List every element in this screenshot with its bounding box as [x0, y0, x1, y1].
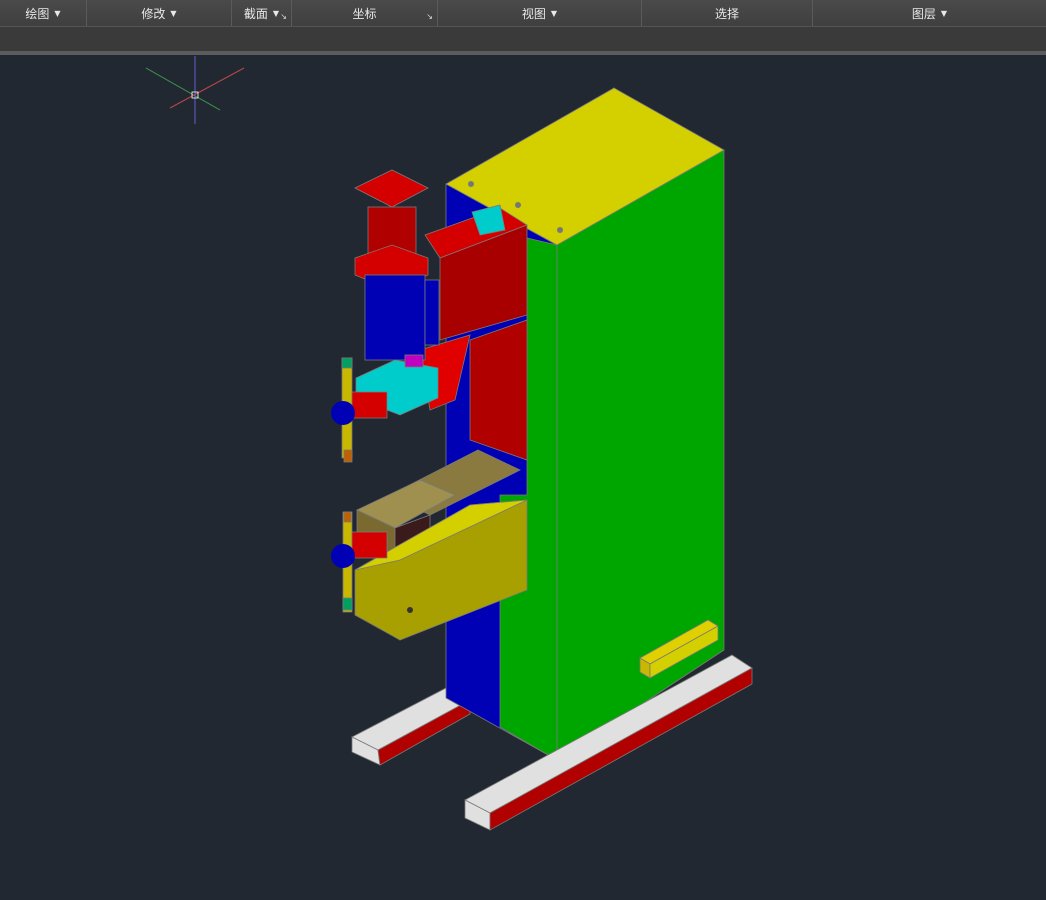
file-tab-bar: [0, 26, 1046, 52]
panel-section[interactable]: 截面 ▼ ↘: [232, 0, 292, 26]
dropdown-arrow-icon: ▼: [54, 8, 61, 18]
air-cylinder: [354, 169, 440, 416]
panel-modify-label: 修改: [141, 6, 166, 21]
dropdown-arrow-icon: ▼: [272, 8, 280, 18]
dropdown-arrow-icon: ▼: [940, 8, 948, 18]
panel-selection[interactable]: 选择: [642, 0, 813, 26]
dialog-launcher-icon[interactable]: ↘: [426, 12, 433, 21]
dialog-launcher-icon[interactable]: ↘: [280, 12, 287, 21]
panel-draw[interactable]: 绘图 ▼: [0, 0, 87, 26]
panel-coordinates[interactable]: 坐标 ↘: [292, 0, 438, 26]
dropdown-arrow-icon: ▼: [550, 8, 558, 18]
drawing-viewport[interactable]: [0, 55, 1046, 896]
ucs-icon: [145, 56, 245, 124]
model-3d: [145, 56, 753, 831]
panel-layers[interactable]: 图层 ▼: [813, 0, 1046, 26]
panel-layers-label: 图层: [911, 6, 936, 21]
panel-view[interactable]: 视图 ▼: [438, 0, 642, 26]
ribbon-panel-bar: 绘图 ▼ 修改 ▼ 截面 ▼ ↘ 坐标 ↘ 视图 ▼ 选择 图层 ▼: [0, 0, 1046, 27]
panel-section-label: 截面: [243, 6, 268, 21]
panel-view-label: 视图: [521, 6, 546, 21]
panel-draw-label: 绘图: [25, 6, 50, 21]
panel-modify[interactable]: 修改 ▼: [87, 0, 232, 26]
dropdown-arrow-icon: ▼: [170, 8, 177, 18]
panel-selection-label: 选择: [714, 6, 739, 21]
panel-coordinates-label: 坐标: [352, 6, 377, 21]
